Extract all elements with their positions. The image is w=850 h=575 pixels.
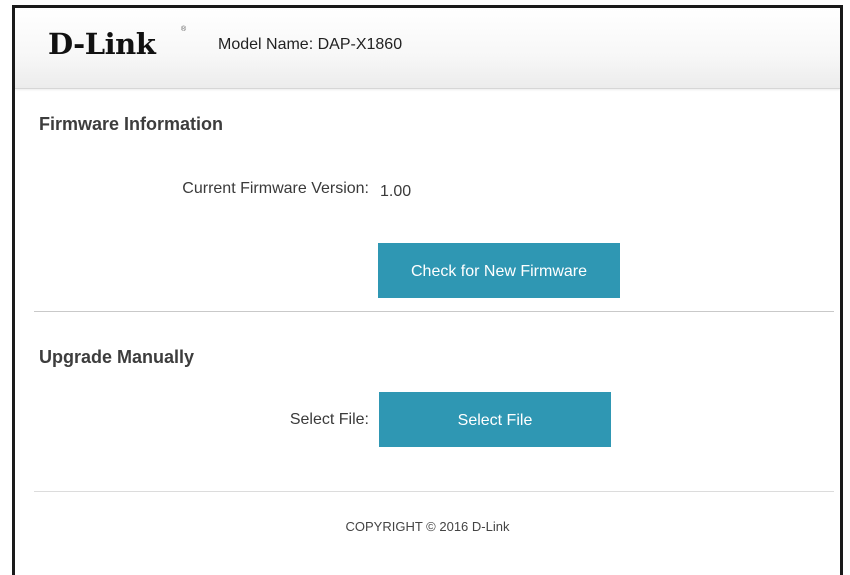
firmware-info-title: Firmware Information xyxy=(39,114,224,134)
dlink-logo: D-Link xyxy=(48,27,156,61)
current-firmware-value: 1.00 xyxy=(380,183,412,200)
copyright-text: COPYRIGHT © 2016 D-Link xyxy=(345,519,510,534)
select-file-label: Select File: xyxy=(289,411,369,428)
footer-divider xyxy=(34,491,834,492)
browser-frame: D-Link ® Model Name: DAP-X1860 Firmware … xyxy=(12,5,843,575)
model-name: Model Name: DAP-X1860 xyxy=(218,36,403,53)
current-firmware-label: Current Firmware Version: xyxy=(182,180,369,197)
registered-mark: ® xyxy=(181,26,187,33)
header-bar: D-Link ® Model Name: DAP-X1860 xyxy=(15,8,840,89)
check-new-firmware-button[interactable]: Check for New Firmware xyxy=(378,243,620,298)
section-divider xyxy=(34,311,834,312)
select-file-button[interactable]: Select File xyxy=(379,392,611,447)
upgrade-manually-title: Upgrade Manually xyxy=(39,347,195,367)
